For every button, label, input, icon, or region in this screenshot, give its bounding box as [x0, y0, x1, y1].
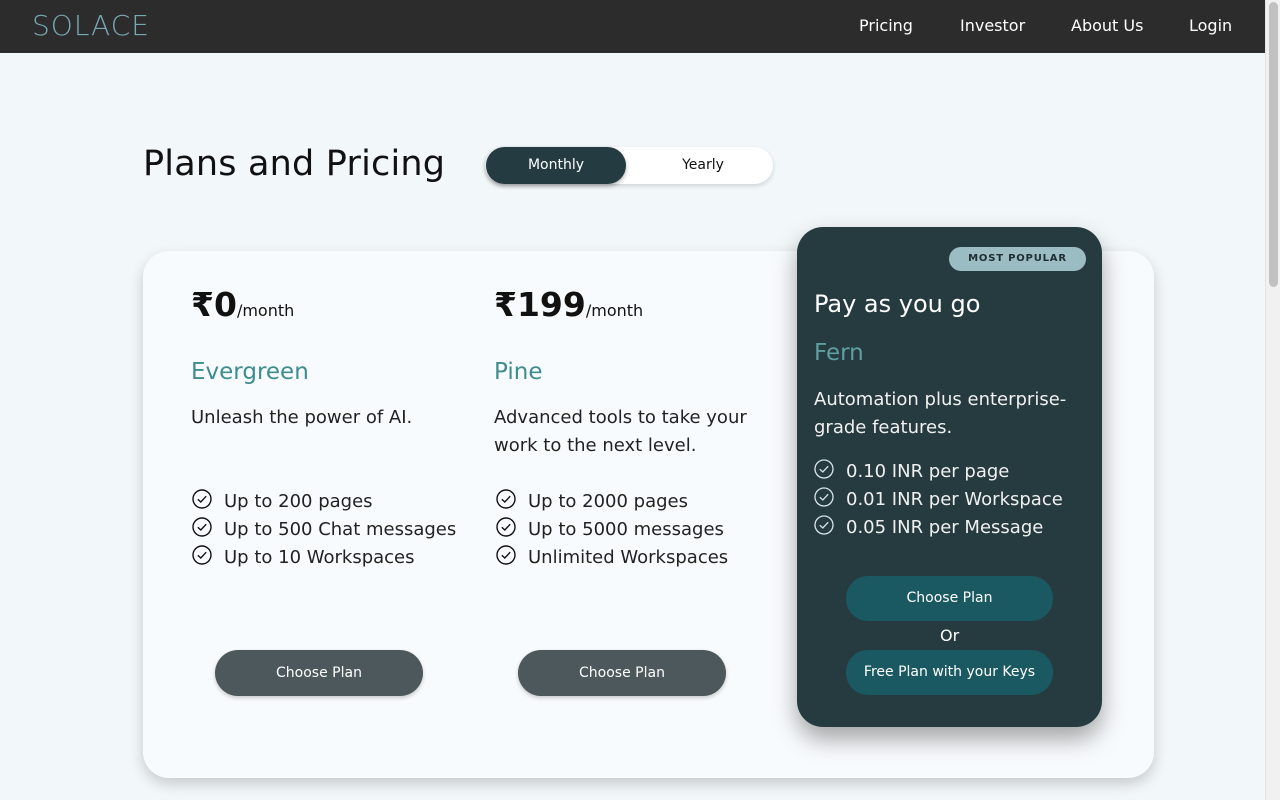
- feature-text: 0.10 INR per page: [846, 460, 1010, 482]
- feature-text: Up to 2000 pages: [528, 490, 688, 512]
- page-title: Plans and Pricing: [143, 144, 446, 184]
- price-amount: 199: [516, 285, 586, 324]
- feature-list-evergreen: Up to 200 pages Up to 500 Chat messages …: [192, 487, 456, 571]
- feature-list-pine: Up to 2000 pages Up to 5000 messages Unl…: [496, 487, 728, 571]
- plan-name-pine: Pine: [494, 359, 543, 385]
- feature-item: Up to 2000 pages: [496, 487, 728, 515]
- check-circle-icon: [192, 517, 212, 537]
- currency-symbol: ₹: [191, 285, 214, 324]
- check-circle-icon: [814, 459, 834, 479]
- check-circle-icon: [496, 545, 516, 565]
- price-period: /month: [236, 301, 295, 320]
- feature-item: 0.01 INR per Workspace: [814, 485, 1063, 513]
- logo[interactable]: SOLACE: [32, 9, 150, 42]
- feature-item: 0.10 INR per page: [814, 457, 1063, 485]
- nav-link-pricing[interactable]: Pricing: [859, 16, 913, 35]
- billing-toggle: Monthly Yearly: [485, 147, 773, 184]
- feature-item: Unlimited Workspaces: [496, 543, 728, 571]
- check-circle-icon: [814, 515, 834, 535]
- feature-item: Up to 200 pages: [192, 487, 456, 515]
- currency-symbol: ₹: [494, 285, 517, 324]
- page-scrollbar[interactable]: [1265, 0, 1280, 800]
- feature-item: 0.05 INR per Message: [814, 513, 1063, 541]
- feature-list-fern: 0.10 INR per page 0.01 INR per Workspace…: [814, 457, 1063, 541]
- plan-price-evergreen: ₹0/month: [191, 285, 294, 324]
- feature-item: Up to 5000 messages: [496, 515, 728, 543]
- feature-item: Up to 500 Chat messages: [192, 515, 456, 543]
- price-period: /month: [585, 301, 644, 320]
- most-popular-badge: MOST POPULAR: [949, 247, 1086, 271]
- plan-name-fern: Fern: [814, 340, 864, 366]
- scrollbar-thumb[interactable]: [1269, 2, 1278, 287]
- feature-text: 0.01 INR per Workspace: [846, 488, 1063, 510]
- feature-text: Up to 200 pages: [224, 490, 373, 512]
- plan-description-pine: Advanced tools to take your work to the …: [494, 407, 747, 456]
- nav-link-investor[interactable]: Investor: [960, 16, 1025, 35]
- choose-plan-button-evergreen[interactable]: Choose Plan: [215, 650, 423, 696]
- or-separator: Or: [940, 626, 960, 645]
- featured-plan-title: Pay as you go: [814, 290, 981, 318]
- check-circle-icon: [192, 545, 212, 565]
- feature-text: Up to 5000 messages: [528, 518, 724, 540]
- feature-text: 0.05 INR per Message: [846, 516, 1044, 538]
- feature-item: Up to 10 Workspaces: [192, 543, 456, 571]
- plan-description-evergreen: Unleash the power of AI.: [191, 407, 413, 428]
- check-circle-icon: [496, 517, 516, 537]
- check-circle-icon: [814, 487, 834, 507]
- nav-link-login[interactable]: Login: [1189, 16, 1232, 35]
- plan-description-fern: Automation plus enterprise-grade feature…: [814, 389, 1067, 438]
- feature-text: Up to 10 Workspaces: [224, 546, 415, 568]
- check-circle-icon: [192, 489, 212, 509]
- check-circle-icon: [496, 489, 516, 509]
- toggle-yearly[interactable]: Yearly: [633, 147, 773, 184]
- plan-price-pine: ₹199/month: [494, 285, 643, 324]
- nav-link-about-us[interactable]: About Us: [1071, 16, 1143, 35]
- price-amount: 0: [213, 285, 237, 324]
- feature-text: Up to 500 Chat messages: [224, 518, 457, 540]
- plan-name-evergreen: Evergreen: [191, 359, 309, 385]
- feature-text: Unlimited Workspaces: [528, 546, 729, 568]
- choose-plan-button-pine[interactable]: Choose Plan: [518, 650, 726, 696]
- choose-plan-button-fern[interactable]: Choose Plan: [846, 576, 1053, 621]
- top-navbar: SOLACE Pricing Investor About Us Login: [0, 0, 1265, 53]
- free-plan-keys-button[interactable]: Free Plan with your Keys: [846, 650, 1053, 695]
- toggle-monthly[interactable]: Monthly: [486, 147, 626, 184]
